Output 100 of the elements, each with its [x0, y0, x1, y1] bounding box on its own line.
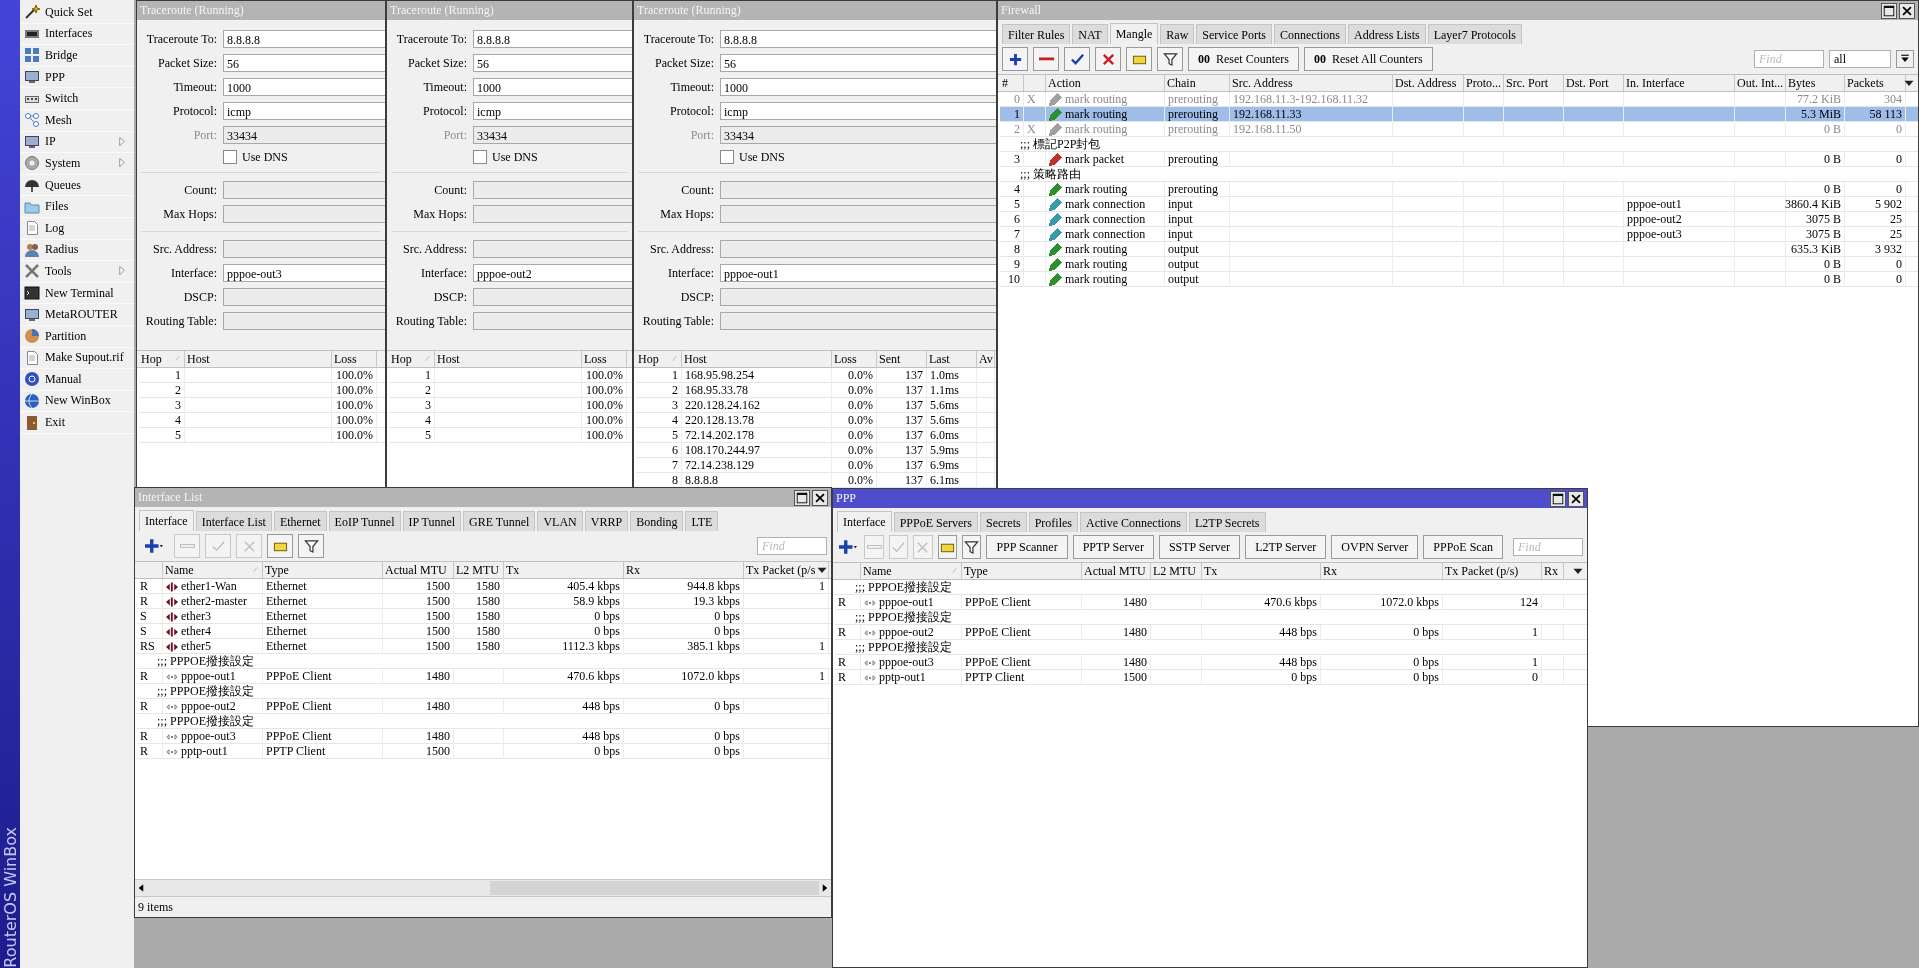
column-header[interactable]: Actual MTU	[383, 562, 454, 578]
menu-item[interactable]: System	[20, 153, 134, 175]
column-header[interactable]: Out. Int...	[1735, 75, 1786, 91]
column-header[interactable]: Dst. Address	[1393, 75, 1464, 91]
column-header[interactable]: Actual MTU	[1082, 563, 1151, 579]
tab[interactable]: VLAN	[537, 511, 583, 531]
tab[interactable]: EoIP Tunnel	[328, 511, 401, 531]
toolbar-button[interactable]: PPP Scanner	[986, 535, 1068, 559]
text-field[interactable]	[223, 288, 385, 306]
maximize-button[interactable]	[1550, 490, 1566, 507]
menu-item[interactable]: MetaROUTER	[20, 304, 134, 326]
table-row[interactable]: 7 mark connection input pppoe-out3 3075 B 25	[1000, 227, 1918, 242]
menu-item[interactable]: Interfaces	[20, 23, 134, 46]
tab[interactable]: Layer7 Protocols	[1427, 24, 1522, 44]
text-field[interactable]: 8.8.8.8	[473, 30, 632, 48]
table-row[interactable]: R pppoe-out3 PPPoE Client 1480 448 bps 0 bps 1	[835, 655, 1587, 670]
checkbox[interactable]	[720, 150, 734, 164]
column-header[interactable]: Name	[163, 562, 263, 578]
column-header[interactable]: Last	[927, 351, 977, 367]
table-row[interactable]: 9 mark routing output 0 B 0	[1000, 257, 1918, 272]
tab[interactable]: VRRP	[584, 511, 629, 531]
menu-item[interactable]: Make Supout.rif	[20, 347, 134, 370]
table-row[interactable]: 5 mark connection input pppoe-out1 3860.4 KiB 5 902	[1000, 197, 1918, 212]
text-field[interactable]: icmp	[473, 102, 632, 120]
column-header[interactable]: Proto...	[1464, 75, 1504, 91]
menu-item[interactable]: Mesh	[20, 109, 134, 132]
column-header[interactable]: Loss	[832, 351, 877, 367]
search-field[interactable]: Find	[757, 537, 827, 555]
text-field[interactable]: 1000	[473, 78, 632, 96]
column-header[interactable]: Rx	[624, 562, 744, 578]
text-field[interactable]: pppoe-out1	[720, 264, 996, 282]
table-row[interactable]: S ether4 Ethernet 1500 1580 0 bps 0 bps	[137, 624, 831, 639]
text-field[interactable]	[720, 288, 996, 306]
table-row[interactable]: 6 mark connection input pppoe-out2 3075 B 25	[1000, 212, 1918, 227]
checkbox[interactable]	[473, 150, 487, 164]
table-row[interactable]: 3 mark packet prerouting 0 B 0	[1000, 152, 1918, 167]
filter-button[interactable]	[962, 535, 982, 559]
toolbar-button[interactable]: 00 Reset Counters	[1188, 47, 1299, 71]
text-field[interactable]: 8.8.8.8	[223, 30, 385, 48]
menu-item[interactable]: Queues	[20, 174, 134, 197]
tab[interactable]: IP Tunnel	[402, 511, 462, 531]
table-row[interactable]: R pppoe-out3 PPPoE Client 1480 448 bps 0 bps	[137, 729, 831, 744]
column-header[interactable]: Chain	[1165, 75, 1230, 91]
text-field[interactable]: 1000	[720, 78, 996, 96]
table-row[interactable]: R ether2-master Ethernet 1500 1580 58.9 kbps 19.3 kbps	[137, 594, 831, 609]
text-field[interactable]: 56	[720, 54, 996, 72]
column-header[interactable]: Rx	[1321, 563, 1443, 579]
dropdown[interactable]: all	[1829, 50, 1891, 68]
maximize-button[interactable]	[794, 489, 810, 506]
table-row[interactable]: S ether3 Ethernet 1500 1580 0 bps 0 bps	[137, 609, 831, 624]
table-row[interactable]: RS ether5 Ethernet 1500 1580 1112.3 kbps 385.1 kbps 1	[137, 639, 831, 654]
search-field[interactable]: Find	[1754, 50, 1824, 68]
text-field[interactable]	[223, 240, 385, 258]
column-header[interactable]: Action	[1046, 75, 1165, 91]
text-field[interactable]	[720, 312, 996, 330]
text-field[interactable]	[223, 205, 385, 223]
table-row[interactable]: R pppoe-out2 PPPoE Client 1480 448 bps 0 bps 1	[835, 625, 1587, 640]
menu-item[interactable]: New Terminal	[20, 282, 134, 305]
title-bar[interactable]: PPP	[833, 489, 1587, 508]
filter-button[interactable]	[298, 534, 324, 558]
close-button[interactable]	[1899, 2, 1915, 19]
text-field[interactable]	[720, 240, 996, 258]
text-field[interactable]: 56	[473, 54, 632, 72]
toolbar-button[interactable]: L2TP Server	[1245, 535, 1327, 559]
text-field[interactable]	[473, 181, 632, 199]
dropdown-button[interactable]	[1896, 50, 1914, 68]
checkbox[interactable]	[223, 150, 237, 164]
toolbar-button[interactable]: PPTP Server	[1072, 535, 1154, 559]
comment-button[interactable]	[1126, 47, 1152, 71]
table-row[interactable]: 10 mark routing output 0 B 0	[1000, 272, 1918, 287]
text-field[interactable]: pppoe-out3	[223, 264, 385, 282]
menu-item[interactable]: Quick Set	[20, 2, 134, 24]
filter-button[interactable]	[1157, 47, 1183, 71]
menu-item[interactable]: Radius	[20, 239, 134, 262]
table-row[interactable]: R pppoe-out1 PPPoE Client 1480 470.6 kbps 1072.0 kbps 124	[835, 595, 1587, 610]
toolbar-button[interactable]: OVPN Server	[1331, 535, 1419, 559]
text-field[interactable]: 1000	[223, 78, 385, 96]
column-header[interactable]: Type	[962, 563, 1082, 579]
text-field[interactable]	[223, 312, 385, 330]
text-field[interactable]	[473, 288, 632, 306]
column-header[interactable]: Sent	[877, 351, 927, 367]
tab[interactable]: Secrets	[980, 512, 1027, 532]
tab[interactable]: Active Connections	[1080, 512, 1187, 532]
horizontal-scrollbar[interactable]	[135, 879, 831, 896]
text-field[interactable]: pppoe-out2	[473, 264, 632, 282]
menu-item[interactable]: Bridge	[20, 45, 134, 67]
tab[interactable]: Bonding	[630, 511, 684, 531]
column-header[interactable]: Tx Packet (p/s)	[1443, 563, 1542, 579]
enable-button[interactable]	[1064, 47, 1090, 71]
table-row[interactable]: R pptp-out1 PPTP Client 1500 0 bps 0 bps	[137, 744, 831, 759]
tab[interactable]: Connections	[1274, 24, 1346, 44]
column-header[interactable]: Loss	[332, 351, 377, 367]
text-field[interactable]	[473, 312, 632, 330]
table-row[interactable]: R ether1-Wan Ethernet 1500 1580 405.4 kbps 944.8 kbps 1	[137, 579, 831, 594]
comment-button[interactable]	[267, 534, 293, 558]
text-field[interactable]: icmp	[223, 102, 385, 120]
close-button[interactable]	[812, 489, 828, 506]
menu-item[interactable]: PPP	[20, 66, 134, 89]
column-header[interactable]: Src. Address	[1230, 75, 1393, 91]
column-header[interactable]: Src. Port	[1504, 75, 1564, 91]
